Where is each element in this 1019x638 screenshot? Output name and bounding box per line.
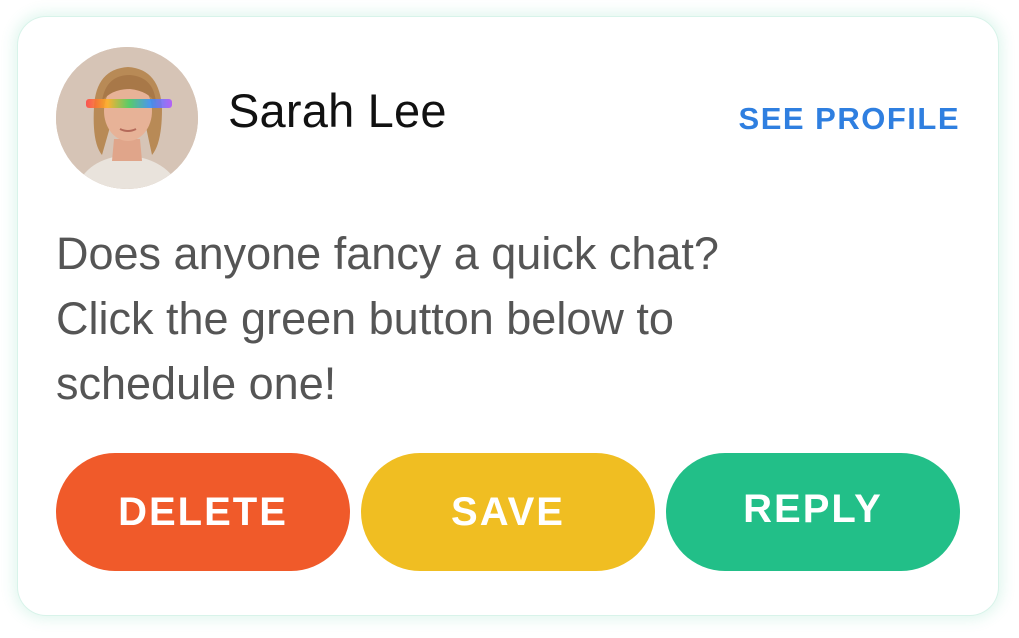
user-name: Sarah Lee bbox=[228, 84, 447, 137]
see-profile-link[interactable]: SEE PROFILE bbox=[739, 103, 960, 134]
message-line: schedule one! bbox=[56, 358, 337, 409]
delete-button[interactable]: DELETE bbox=[56, 453, 350, 571]
save-button[interactable]: SAVE bbox=[361, 453, 655, 571]
notification-card: Sarah Lee SEE PROFILE Does anyone fancy … bbox=[18, 17, 998, 615]
avatar[interactable] bbox=[56, 47, 198, 189]
reply-button[interactable]: REPLY bbox=[666, 453, 960, 571]
action-buttons: DELETE SAVE REPLY bbox=[56, 453, 960, 571]
message-line: Does anyone fancy a quick chat? bbox=[56, 228, 719, 279]
message-line: Click the green button below to bbox=[56, 293, 674, 344]
profile-photo-icon bbox=[56, 47, 198, 189]
message-text: Does anyone fancy a quick chat? Click th… bbox=[56, 221, 916, 416]
